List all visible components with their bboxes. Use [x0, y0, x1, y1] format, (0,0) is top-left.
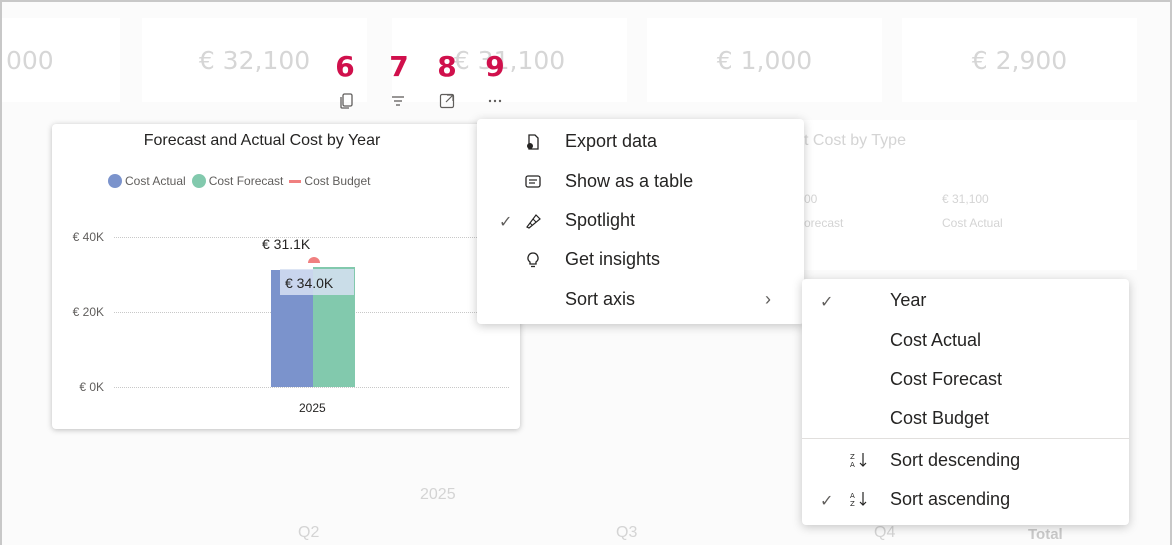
- legend-marker: [108, 174, 122, 188]
- checkmark-icon: ✓: [820, 294, 834, 311]
- legend-label: Cost Budget: [304, 174, 371, 188]
- table-icon: [523, 172, 543, 192]
- menu-item-label: Spotlight: [565, 210, 636, 230]
- background-visual-title: t Cost by Type: [804, 132, 906, 149]
- submenu-item-sort-descending[interactable]: ZA Sort descending: [802, 441, 1129, 479]
- step-number: 6: [335, 50, 355, 83]
- svg-text:Z: Z: [850, 500, 855, 508]
- more-options-menu: Export data Show as a table ✓ Spotlight …: [477, 119, 804, 324]
- menu-item-label: Sort axis: [565, 289, 636, 309]
- svg-text:Z: Z: [850, 453, 855, 461]
- kpi-value: € 32,100: [198, 45, 311, 75]
- x-tick-label: 2025: [299, 401, 326, 415]
- background-quarter: Q2: [298, 524, 320, 541]
- data-label-forecast: € 34.0K: [285, 275, 334, 291]
- legend-item-cost-budget[interactable]: Cost Budget: [289, 174, 370, 188]
- submenu-item-label: Cost Forecast: [890, 369, 1003, 389]
- background-quarter: Q4: [874, 524, 896, 541]
- legend-marker: [191, 174, 206, 188]
- menu-item-label: Export data: [565, 131, 658, 151]
- menu-item-spotlight[interactable]: ✓ Spotlight: [477, 201, 804, 239]
- chevron-right-icon: ›: [765, 289, 771, 309]
- submenu-item-label: Cost Budget: [890, 408, 990, 428]
- export-icon: [523, 132, 543, 152]
- background-value: 00: [804, 192, 818, 206]
- background-label: orecast: [804, 216, 844, 230]
- submenu-item-cost-budget[interactable]: Cost Budget: [802, 399, 1129, 437]
- filter-icon[interactable]: [387, 90, 409, 112]
- y-tick-label: € 0K: [79, 380, 104, 394]
- copy-icon[interactable]: [336, 90, 358, 112]
- report-canvas: 000 € 32,100 € 31,100 € 1,000 € 2,900 t …: [0, 0, 1172, 545]
- data-label-budget: € 31.1K: [262, 236, 311, 252]
- chart-title: Forecast and Actual Cost by Year: [143, 132, 381, 149]
- legend-label: Cost Actual: [125, 174, 186, 188]
- lightbulb-icon: [523, 250, 543, 270]
- budget-marker[interactable]: [308, 256, 320, 263]
- svg-text:A: A: [850, 461, 855, 469]
- background-label: Cost Actual: [942, 216, 1003, 230]
- checkmark-icon: ✓: [499, 214, 513, 231]
- submenu-item-cost-forecast[interactable]: Cost Forecast: [802, 360, 1129, 398]
- y-tick-label: € 20K: [72, 305, 104, 319]
- kpi-value: 000: [6, 45, 54, 75]
- step-number: 8: [437, 50, 457, 83]
- legend-marker: [289, 179, 302, 183]
- menu-item-label: Get insights: [565, 249, 661, 269]
- menu-item-label: Show as a table: [565, 171, 694, 191]
- kpi-value: € 2,900: [971, 45, 1068, 75]
- svg-text:A: A: [850, 492, 855, 500]
- background-year: 2025: [420, 486, 456, 503]
- submenu-item-label: Sort ascending: [890, 489, 1011, 509]
- more-options-icon[interactable]: [484, 90, 506, 112]
- submenu-item-cost-actual[interactable]: Cost Actual: [802, 321, 1129, 359]
- chart-visual[interactable]: Forecast and Actual Cost by Year Cost Ac…: [52, 124, 520, 429]
- background-total: Total: [1028, 526, 1063, 543]
- step-number: 7: [389, 50, 409, 83]
- submenu-item-year[interactable]: ✓ Year: [802, 281, 1129, 319]
- legend-label: Cost Forecast: [208, 174, 284, 188]
- step-number: 9: [485, 50, 505, 83]
- gridline: [114, 237, 509, 238]
- focus-mode-icon[interactable]: [436, 90, 458, 112]
- submenu-item-label: Sort descending: [890, 450, 1021, 470]
- sort-axis-submenu: ✓ Year Cost Actual Cost Forecast Cost Bu…: [802, 279, 1129, 525]
- legend-item-cost-actual[interactable]: Cost Actual: [108, 174, 186, 188]
- gridline: [114, 387, 509, 388]
- submenu-item-label: Cost Actual: [890, 330, 982, 350]
- kpi-card[interactable]: 000: [2, 18, 120, 102]
- y-tick-label: € 40K: [72, 230, 104, 244]
- menu-item-sort-axis[interactable]: Sort axis ›: [477, 280, 804, 318]
- menu-item-get-insights[interactable]: Get insights: [477, 240, 804, 278]
- sort-descending-icon: ZA: [850, 451, 868, 472]
- divider: [802, 438, 1129, 439]
- menu-item-export-data[interactable]: Export data: [477, 122, 804, 160]
- sort-ascending-icon: AZ: [850, 490, 868, 511]
- submenu-item-label: Year: [890, 290, 927, 310]
- spotlight-icon: [523, 211, 543, 231]
- background-value: € 31,100: [942, 192, 989, 206]
- kpi-card[interactable]: € 2,900: [902, 18, 1137, 102]
- kpi-value: € 1,000: [716, 45, 813, 75]
- legend-item-cost-forecast[interactable]: Cost Forecast: [191, 174, 284, 188]
- menu-item-show-as-table[interactable]: Show as a table: [477, 162, 804, 200]
- chart-legend: Cost Actual Cost Forecast Cost Budget: [108, 174, 372, 188]
- checkmark-icon: ✓: [820, 493, 834, 510]
- background-quarter: Q3: [616, 524, 638, 541]
- kpi-card[interactable]: € 1,000: [647, 18, 882, 102]
- submenu-item-sort-ascending[interactable]: ✓ AZ Sort ascending: [802, 480, 1129, 518]
